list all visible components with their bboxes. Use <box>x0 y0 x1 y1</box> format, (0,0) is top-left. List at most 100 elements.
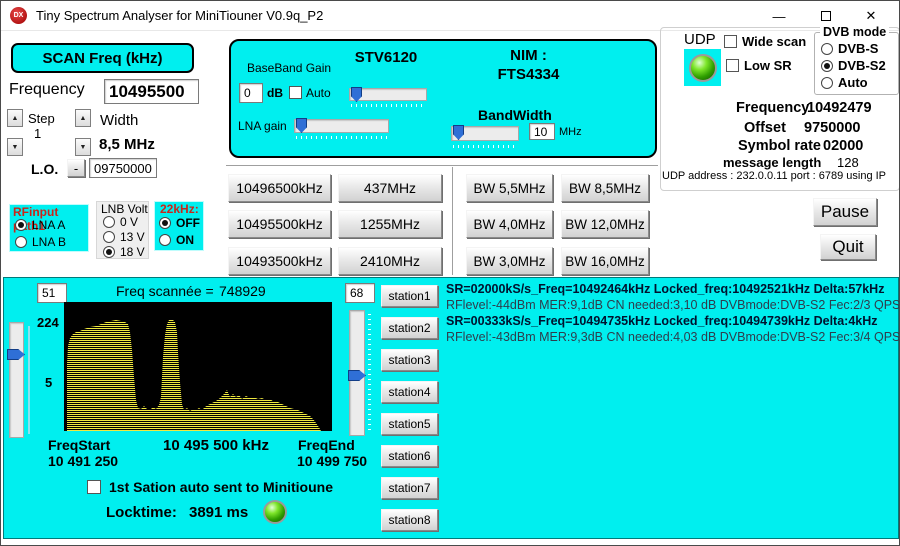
dvb-auto-radio[interactable] <box>821 77 833 89</box>
khz22-on-radio[interactable] <box>159 234 171 246</box>
app-window: DX Tiny Spectrum Analyser for MiniTioune… <box>0 0 900 546</box>
low-sr-label: Low SR <box>744 58 792 73</box>
udp-led-frame <box>684 49 721 86</box>
lna-gain-slider[interactable] <box>294 119 389 133</box>
nim-label: NIM : <box>466 47 591 64</box>
dvb-mode-title: DVB mode <box>820 25 889 39</box>
auto-send-checkbox[interactable] <box>87 480 101 494</box>
khz22-off-radio[interactable] <box>159 217 171 229</box>
freq-preset-button-1[interactable]: 10496500kHz <box>228 174 331 202</box>
bw-button-4-0[interactable]: BW 4,0MHz <box>466 210 553 238</box>
step-value: 1 <box>34 126 41 141</box>
quit-button[interactable]: Quit <box>820 234 876 260</box>
dvb-s2-radio[interactable] <box>821 60 833 72</box>
khz22-off-label: OFF <box>176 216 200 230</box>
freq-preset-button-2[interactable]: 10495500kHz <box>228 210 331 238</box>
scan-freq-button[interactable]: SCAN Freq (kHz) <box>11 43 194 73</box>
left-slider-ruler <box>28 326 30 434</box>
auto-gain-label: Auto <box>306 86 331 100</box>
freq-start-value: 10 491 250 <box>48 453 118 469</box>
lock-led-indicator <box>263 500 287 524</box>
lnb-volt-group: LNB Volt 0 V 13 V 18 V <box>96 201 149 259</box>
scale-max-label: 224 <box>37 315 59 330</box>
station5-button[interactable]: station5 <box>381 413 438 435</box>
lnb-13v-radio[interactable] <box>103 231 115 243</box>
width-up-button[interactable]: ▲ <box>75 109 91 127</box>
station2-level-line: RFlevel:-43dBm MER:9,3dB CN needed:4,03 … <box>446 329 898 345</box>
arrow-up-icon: ▲ <box>80 115 87 122</box>
station1-button[interactable]: station1 <box>381 285 438 307</box>
lnb-0v-radio[interactable] <box>103 216 115 228</box>
lna-a-label: LNA A <box>32 218 65 232</box>
minimize-icon: — <box>773 9 786 24</box>
bandwidth-input[interactable]: 10 <box>529 123 555 140</box>
dvb-s2-label: DVB-S2 <box>838 58 886 73</box>
khz22-on-label: ON <box>176 233 194 247</box>
divider <box>452 167 454 275</box>
auto-send-label: 1st Sation auto sent to Minitioune <box>109 479 333 495</box>
station1-sr-line: SR=02000kS/s_Freq=10492464kHz Locked_fre… <box>446 281 898 297</box>
khz22-title: 22kHz: <box>160 202 199 216</box>
freq-center-value: 10 495 500 kHz <box>151 437 281 454</box>
message-length-label: message length <box>723 155 821 170</box>
udp-address-line: UDP address : 232.0.0.11 port : 6789 usi… <box>662 170 900 182</box>
close-icon: ✕ <box>866 8 877 24</box>
station3-button[interactable]: station3 <box>381 349 438 371</box>
band-preset-button-3[interactable]: 2410MHz <box>338 247 442 275</box>
station6-button[interactable]: station6 <box>381 445 438 467</box>
lna-a-radio[interactable] <box>15 219 27 231</box>
step-down-button[interactable]: ▼ <box>7 138 23 156</box>
station8-button[interactable]: station8 <box>381 509 438 531</box>
status-offset-value: 9750000 <box>804 120 860 136</box>
wide-scan-checkbox[interactable] <box>724 35 737 48</box>
low-sr-checkbox[interactable] <box>726 59 739 72</box>
pause-button[interactable]: Pause <box>813 198 877 226</box>
baseband-gain-unit: dB <box>267 86 283 100</box>
frequency-label: Frequency <box>9 81 85 99</box>
message-length-value: 128 <box>837 155 859 170</box>
bandwidth-unit: MHz <box>559 126 582 138</box>
band-preset-button-2[interactable]: 1255MHz <box>338 210 442 238</box>
bw-button-3-0[interactable]: BW 3,0MHz <box>466 247 553 275</box>
bandwidth-ticks <box>453 145 517 148</box>
lnb-volt-title: LNB Volt <box>101 202 148 216</box>
lo-minus-button[interactable]: - <box>67 159 85 177</box>
dvb-auto-label: Auto <box>838 75 868 90</box>
band-preset-button-1[interactable]: 437MHz <box>338 174 442 202</box>
lnb-18v-radio[interactable] <box>103 246 115 258</box>
left-slider-track[interactable] <box>9 322 24 438</box>
station2-button[interactable]: station2 <box>381 317 438 339</box>
bw-button-8-5[interactable]: BW 8,5MHz <box>561 174 649 202</box>
left-gain-input[interactable]: 51 <box>37 283 67 303</box>
baseband-gain-ticks <box>351 104 425 107</box>
dvb-s-radio[interactable] <box>821 43 833 55</box>
width-down-button[interactable]: ▼ <box>75 138 91 156</box>
app-icon: DX <box>10 7 27 24</box>
auto-gain-checkbox[interactable] <box>289 86 302 99</box>
right-gain-input[interactable]: 68 <box>345 283 375 303</box>
freq-end-label: FreqEnd <box>298 437 355 453</box>
arrow-up-icon: ▲ <box>12 115 19 122</box>
station-messages: SR=02000kS/s_Freq=10492464kHz Locked_fre… <box>446 281 898 345</box>
station-button-column: station1 station2 station3 station4 stat… <box>381 285 438 531</box>
lo-input[interactable]: 09750000 <box>89 158 157 178</box>
khz22-panel: 22kHz: OFF ON <box>154 201 204 251</box>
bw-button-12-0[interactable]: BW 12,0MHz <box>561 210 649 238</box>
arrow-down-icon: ▼ <box>80 144 87 151</box>
step-up-button[interactable]: ▲ <box>7 109 23 127</box>
bw-button-16-0[interactable]: BW 16,0MHz <box>561 247 649 275</box>
bw-button-5-5[interactable]: BW 5,5MHz <box>466 174 553 202</box>
baseband-gain-input[interactable]: 0 <box>239 83 263 103</box>
lnb-13v-label: 13 V <box>120 230 145 244</box>
freq-preset-button-3[interactable]: 10493500kHz <box>228 247 331 275</box>
freq-end-value: 10 499 750 <box>297 453 367 469</box>
station4-button[interactable]: station4 <box>381 381 438 403</box>
lna-b-radio[interactable] <box>15 236 27 248</box>
frequency-input[interactable]: 10495500 <box>104 79 199 104</box>
station1-level-line: RFlevel:-44dBm MER:9,1dB CN needed:3,10 … <box>446 297 898 313</box>
scale-min-label: 5 <box>45 375 52 390</box>
station7-button[interactable]: station7 <box>381 477 438 499</box>
window-title: Tiny Spectrum Analyser for MiniTiouner V… <box>36 8 323 23</box>
lo-label: L.O. <box>31 161 58 177</box>
lna-gain-label: LNA gain <box>238 119 287 133</box>
